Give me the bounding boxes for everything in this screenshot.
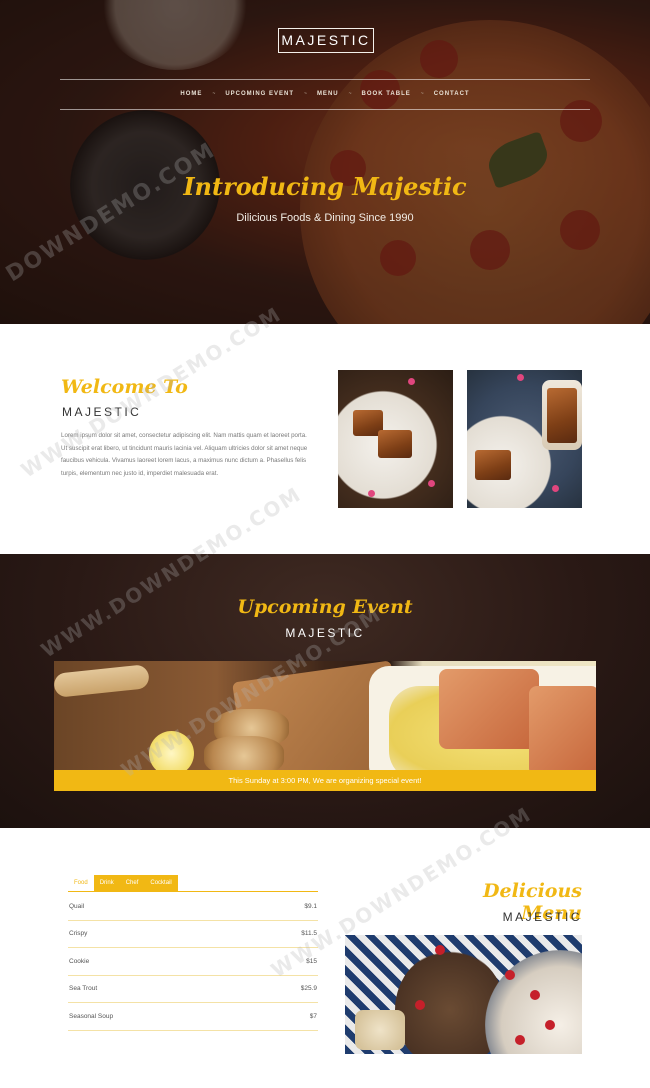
berry: [515, 1035, 525, 1045]
flower: [428, 480, 435, 487]
list-item: Seasonal Soup $7: [68, 1003, 318, 1031]
site-logo[interactable]: MAJESTIC: [278, 28, 374, 53]
menu-item-name: Seasonal Soup: [69, 1012, 114, 1020]
event-banner: This Sunday at 3:00 PM, We are organizin…: [54, 770, 596, 791]
berry: [505, 970, 515, 980]
flower: [552, 485, 559, 492]
berry: [415, 1000, 425, 1010]
salmon-fillet: [529, 686, 596, 770]
list-item: Crispy $11.5: [68, 921, 318, 948]
menu-item-name: Cookie: [69, 957, 90, 965]
nav-item-contact[interactable]: CONTACT: [434, 91, 470, 97]
menu-item-price: $9.1: [304, 902, 317, 910]
nav-separator: ~: [212, 91, 216, 97]
event-title: Upcoming Event: [237, 596, 413, 618]
hero-title: Introducing Majestic: [183, 172, 467, 201]
brownie: [378, 430, 412, 458]
berry: [530, 990, 540, 1000]
nav-divider-top: [60, 79, 590, 80]
list-item: Quail $9.1: [68, 893, 318, 921]
nav-separator: ~: [420, 91, 424, 97]
brownie-tray: [547, 388, 577, 443]
tabs-underline: [68, 891, 318, 892]
nav-item-home[interactable]: HOME: [180, 91, 202, 97]
nut-bowl: [355, 1010, 405, 1050]
nav-item-upcoming-event[interactable]: UPCOMING EVENT: [225, 91, 294, 97]
welcome-title: Welcome To: [61, 376, 188, 398]
nav-separator: ~: [348, 91, 352, 97]
tab-food[interactable]: Food: [68, 875, 94, 891]
flower: [517, 374, 524, 381]
menu-item-price: $25.9: [300, 985, 317, 993]
tab-cocktail[interactable]: Cocktail: [144, 875, 178, 891]
welcome-brand: MAJESTIC: [62, 405, 142, 419]
salmon-fillet: [439, 669, 539, 749]
lemon-slice: [149, 731, 194, 770]
menu-item-name: Sea Trout: [69, 985, 98, 993]
welcome-image-1: [338, 370, 453, 508]
flower: [408, 378, 415, 385]
menu-item-price: $7: [309, 1012, 317, 1020]
menu-item-price: $15: [306, 957, 317, 965]
list-item: Cookie $15: [68, 948, 318, 976]
menu-item-name: Crispy: [69, 930, 88, 938]
menu-list: Quail $9.1 Crispy $11.5 Cookie $15 Sea T…: [68, 893, 318, 1031]
bread-slice: [204, 736, 284, 770]
nav-separator: ~: [304, 91, 307, 97]
tab-drink[interactable]: Drink: [93, 875, 120, 891]
welcome-image-2: [467, 370, 582, 508]
hero-subtitle: Dilicious Foods & Dining Since 1990: [236, 212, 414, 224]
parsnip: [54, 664, 150, 698]
tab-chef[interactable]: Chef: [119, 875, 145, 891]
event-image: [54, 661, 596, 770]
menu-image: [345, 935, 582, 1054]
welcome-text: Lorem ipsum dolor sit amet, consectetur …: [61, 432, 308, 477]
list-item: Sea Trout $25.9: [68, 976, 318, 1003]
nav-divider-bottom: [60, 109, 590, 110]
dessert-plate: [485, 950, 582, 1054]
main-nav: HOME ~ UPCOMING EVENT ~ MENU ~ BOOK TABL…: [60, 86, 590, 102]
event-brand: MAJESTIC: [285, 626, 365, 640]
flower: [368, 490, 375, 497]
nav-item-menu[interactable]: MENU: [317, 91, 339, 97]
berry: [435, 945, 445, 955]
menu-tabs: Food Drink Chef Cocktail: [68, 875, 178, 891]
berry: [545, 1020, 555, 1030]
menu-item-price: $11.5: [301, 930, 317, 938]
menu-item-name: Quail: [69, 902, 85, 910]
brownie: [475, 450, 511, 480]
nav-item-book-table[interactable]: BOOK TABLE: [362, 91, 411, 97]
menu-brand: MAJESTIC: [502, 910, 582, 924]
